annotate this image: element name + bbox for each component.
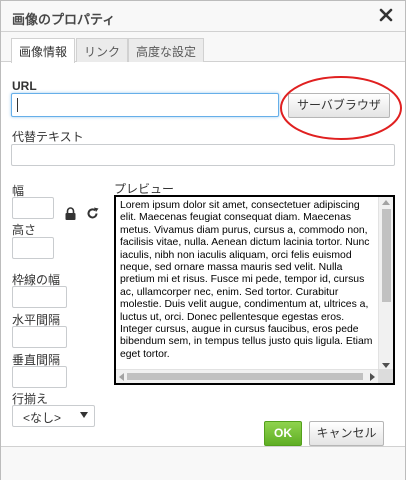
close-icon[interactable] (377, 6, 395, 24)
reset-size-icon[interactable] (86, 207, 99, 220)
align-select[interactable]: <なし> (12, 405, 95, 427)
scrollbar-corner (378, 369, 393, 383)
scroll-right-icon[interactable] (370, 373, 375, 381)
hspace-input[interactable] (12, 326, 67, 348)
server-browser-button[interactable]: サーバブラウザ (288, 93, 390, 118)
height-label: 高さ (12, 223, 37, 237)
border-input[interactable] (12, 286, 67, 308)
scroll-up-icon[interactable] (382, 200, 390, 205)
alt-text-label: 代替テキスト (12, 130, 84, 144)
preview-text: Lorem ipsum dolor sit amet, consectetuer… (120, 200, 373, 360)
url-input[interactable] (11, 93, 279, 117)
chevron-down-icon (80, 412, 88, 418)
dialog-titlebar[interactable]: 画像のプロパティ (1, 1, 405, 32)
vspace-input[interactable] (12, 366, 67, 388)
tab-link[interactable]: リンク (76, 38, 129, 62)
dialog-title: 画像のプロパティ (12, 12, 116, 27)
preview-area[interactable]: Lorem ipsum dolor sit amet, consectetuer… (114, 195, 395, 385)
horizontal-scrollbar[interactable] (116, 369, 378, 383)
image-properties-dialog: 画像のプロパティ 画像情報 リンク 高度な設定 URL サーバブラウザ 代替テキ… (0, 0, 406, 480)
height-input[interactable] (12, 237, 54, 259)
scroll-down-icon[interactable] (382, 363, 390, 368)
tab-bar: 画像情報 リンク 高度な設定 (1, 32, 405, 63)
tab-image-info[interactable]: 画像情報 (11, 38, 76, 63)
alt-text-input[interactable] (11, 144, 395, 166)
vertical-scrollbar[interactable] (378, 197, 393, 371)
align-select-value: <なし> (23, 411, 62, 425)
vertical-scroll-thumb[interactable] (382, 209, 391, 302)
dialog-footer (1, 446, 405, 480)
lock-icon[interactable] (65, 207, 76, 220)
scroll-left-icon[interactable] (119, 373, 124, 381)
cancel-button[interactable]: キャンセル (309, 421, 384, 446)
url-label: URL (12, 79, 37, 93)
ok-button[interactable]: OK (264, 421, 302, 446)
width-input[interactable] (12, 197, 54, 219)
tab-advanced[interactable]: 高度な設定 (128, 38, 205, 62)
text-caret (17, 98, 18, 112)
horizontal-scroll-thumb[interactable] (127, 373, 363, 380)
